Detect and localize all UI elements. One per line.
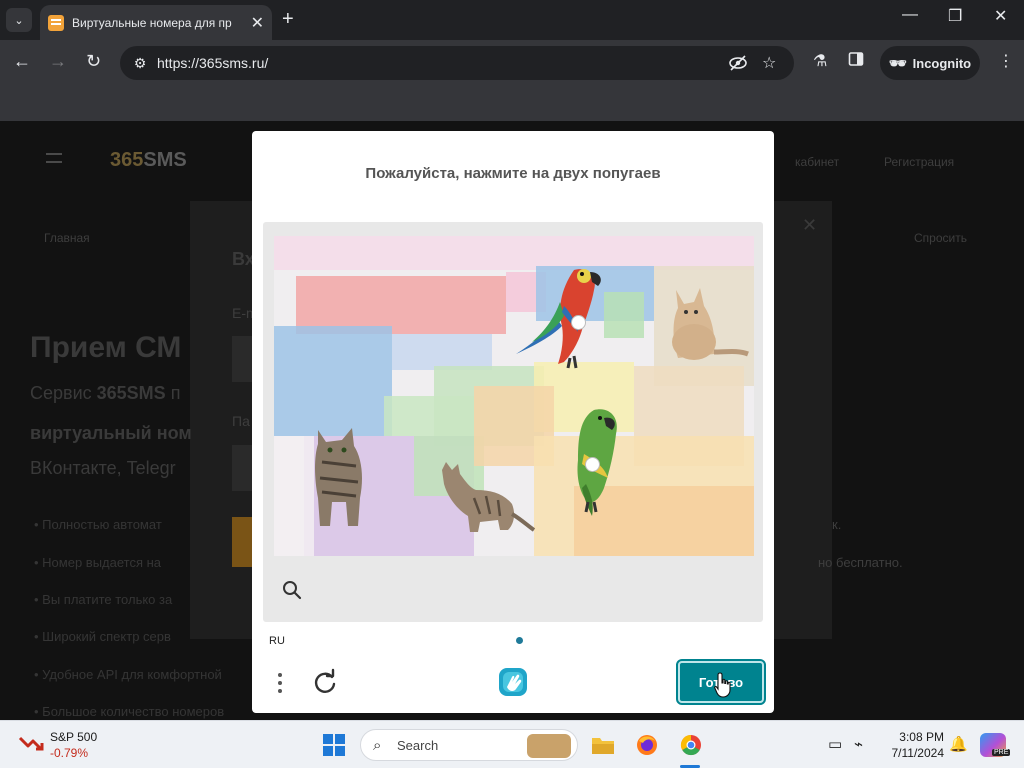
captcha-prompt: Пожалуйста, нажмите на двух попугаев [365,165,661,182]
incognito-label: Incognito [912,55,972,71]
feature-bullet: Полностью автомат [34,517,162,532]
feature-bullet-tail: к. [832,517,842,532]
feature-bullet-tail: но бесплатно. [818,555,903,570]
windows-start-icon[interactable] [323,734,345,756]
tab-title: Виртуальные номера для пр [72,15,232,30]
windows-taskbar: S&P 500 -0.79% ⌕ Search ▭ ⌁ 3:08 PM 7/11… [0,720,1024,768]
stock-widget-icon[interactable] [18,734,44,752]
reload-icon[interactable]: ↻ [86,51,101,72]
clock-date: 7/11/2024 [891,746,945,760]
captcha-dialog: Пожалуйста, нажмите на двух попугаев RU [252,131,774,713]
active-tab[interactable]: Виртуальные номера для пр ✕ [40,5,272,40]
restore-icon[interactable]: ❐ [948,6,962,26]
firefox-icon[interactable] [634,733,660,757]
incognito-indicator[interactable]: 🕶 Incognito [880,46,980,80]
url-text[interactable]: https://365sms.ru/ [157,55,268,71]
site-favicon-icon [48,14,64,31]
tab-close-icon[interactable]: ✕ [251,13,264,33]
cat-image[interactable] [436,460,536,536]
tab-search-button[interactable]: ⌄ [6,8,32,32]
tracking-protection-icon[interactable] [728,53,748,78]
clock-time: 3:08 PM [899,730,944,744]
browser-menu-icon[interactable]: ⋮ [998,51,1014,71]
incognito-icon: 🕶 [888,54,907,71]
labs-flask-icon[interactable]: ⚗ [813,51,827,71]
site-logo: 365SMS [110,149,187,171]
captcha-image[interactable] [274,236,754,556]
file-explorer-icon[interactable] [590,733,616,757]
close-icon[interactable]: ✕ [994,6,1007,26]
search-placeholder: Search [397,738,439,753]
stock-name[interactable]: S&P 500 [50,730,97,744]
nav-register-link: Регистрация [884,155,955,169]
feature-bullet: Большое количество номеров [34,704,224,719]
cat-image[interactable] [664,280,750,366]
parrot-1-image[interactable] [512,262,622,372]
site-info-icon[interactable]: ⚙ [130,53,150,73]
copilot-preview-badge: PRE [992,749,1011,756]
stock-change[interactable]: -0.79% [50,746,88,760]
browser-toolbar: ← → ↻ ⚙ https://365sms.ru/ ☆ ⚗ 🕶 Incogni… [0,40,1024,85]
tab-strip: ⌄ Виртуальные номера для пр ✕ + — ❐ ✕ [0,0,1024,40]
mouse-cursor-icon [714,672,731,698]
login-button-dimmed [232,517,254,567]
nav-cabinet-link: кабинет [795,155,840,169]
selection-marker-1[interactable] [571,315,586,330]
breadcrumb-home: Главная [44,231,90,245]
captcha-challenge-area [263,222,763,622]
notification-bell-icon[interactable]: 🔔 [949,735,968,753]
feature-bullet: Вы платите только за [34,592,172,607]
selection-marker-2[interactable] [585,457,600,472]
side-panel-icon[interactable] [848,51,864,72]
search-icon: ⌕ [373,737,382,754]
search-highlight-image [527,734,571,758]
captcha-menu-button[interactable] [272,669,288,697]
minimize-icon[interactable]: — [902,6,918,24]
cat-image[interactable] [308,422,388,530]
refresh-challenge-icon[interactable] [310,667,340,697]
hero-title: Прием СМ [30,331,182,364]
hcaptcha-logo-icon[interactable] [496,665,530,699]
hero-line-2: виртуальный ном [30,423,192,443]
zoom-search-icon[interactable] [281,579,303,601]
page-indicator-dot [516,637,523,644]
network-status-icon[interactable]: ⌁ [854,735,863,753]
bookmarks-bar [0,85,1024,121]
chrome-icon[interactable] [678,733,704,757]
ask-link: Спросить [914,231,967,245]
hero-line-1: Сервис 365SMS п [30,383,181,403]
language-selector[interactable]: RU [269,635,285,647]
feature-bullet: Широкий спектр серв [34,629,171,644]
hamburger-icon [46,153,62,163]
forward-icon[interactable]: → [49,51,67,72]
login-close-icon: ✕ [802,215,818,235]
address-bar[interactable]: ⚙ https://365sms.ru/ ☆ [120,46,794,80]
bookmark-star-icon[interactable]: ☆ [762,53,776,73]
feature-bullet: Удобное API для комфортной [34,667,222,682]
device-connect-icon[interactable]: ▭ [828,735,842,753]
system-clock[interactable]: 3:08 PM 7/11/2024 [884,729,945,761]
password-label: Па [232,413,250,429]
taskbar-search[interactable]: ⌕ Search [360,729,578,761]
back-icon[interactable]: ← [13,51,31,72]
new-tab-button[interactable]: + [282,8,294,30]
hero-line-3: ВКонтакте, Telegr [30,458,176,478]
feature-bullet: Номер выдается на [34,555,161,570]
